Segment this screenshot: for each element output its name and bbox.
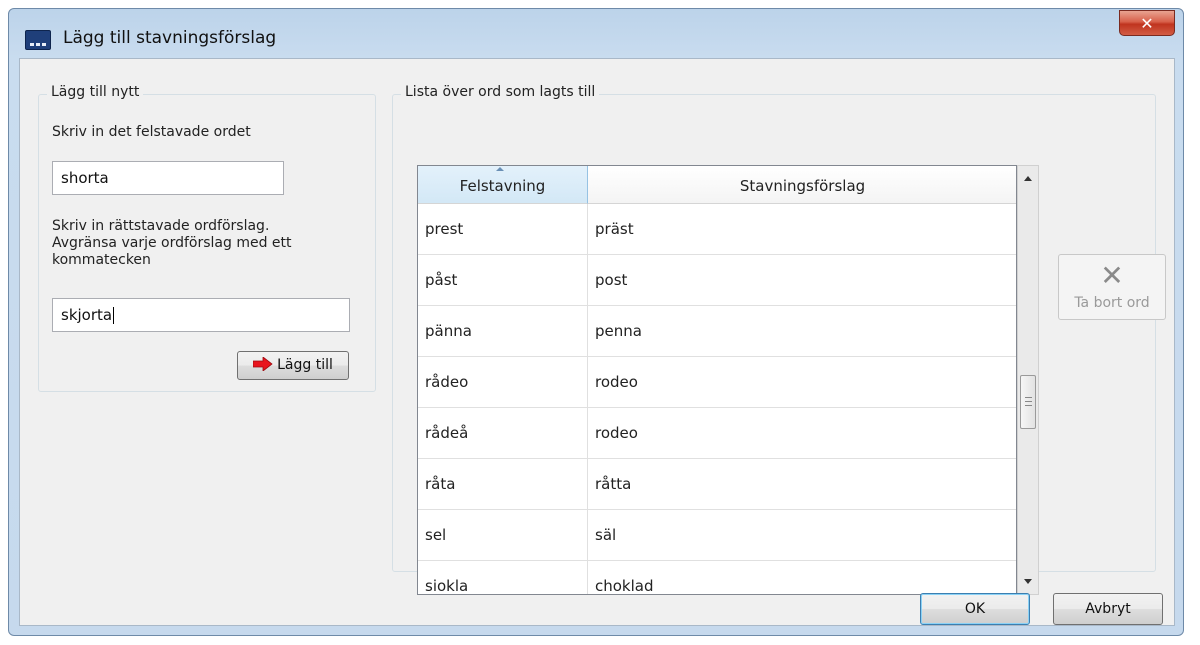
- column-header-misspelling[interactable]: Felstavning: [418, 166, 588, 204]
- cancel-button[interactable]: Avbryt: [1053, 593, 1163, 625]
- cell-suggestion: säl: [595, 526, 617, 544]
- suggestions-input[interactable]: skjorta: [52, 298, 350, 332]
- cell-misspelling: rådeå: [418, 408, 588, 458]
- cell-suggestion: råtta: [595, 475, 632, 493]
- word-list-group: Lista över ord som lagts till Felstavnin…: [392, 84, 1156, 595]
- close-button[interactable]: ✕: [1119, 10, 1175, 36]
- add-button-label: Lägg till: [277, 357, 333, 373]
- cell-suggestion: rodeo: [595, 424, 638, 442]
- cell-misspelling: påst: [418, 255, 588, 305]
- remove-word-button[interactable]: ✕ Ta bort ord: [1058, 254, 1166, 320]
- add-new-group: Lägg till nytt Skriv in det felstavade o…: [38, 84, 376, 392]
- suggestions-label-line2: Avgränsa varje ordförslag med ett: [52, 235, 292, 251]
- cell-misspelling: sel: [418, 510, 588, 560]
- scroll-up-arrow-icon[interactable]: [1024, 176, 1032, 181]
- cell-suggestion: penna: [595, 322, 642, 340]
- cell-misspelling: prest: [418, 204, 588, 254]
- misspelled-word-value: shorta: [61, 169, 109, 187]
- x-icon: ✕: [1100, 259, 1124, 292]
- suggestions-label-line3: kommatecken: [52, 252, 151, 268]
- add-new-group-label: Lägg till nytt: [47, 84, 144, 100]
- table-row[interactable]: pänna penna: [418, 306, 1016, 357]
- cell-suggestion: choklad: [595, 577, 654, 595]
- vertical-scrollbar[interactable]: [1017, 165, 1039, 595]
- title-bar[interactable]: Lägg till stavningsförslag ✕: [9, 9, 1183, 57]
- close-icon: ✕: [1140, 14, 1154, 33]
- cell-misspelling: siokla: [418, 561, 588, 594]
- ok-button-label: OK: [964, 601, 986, 617]
- table-row[interactable]: siokla choklad: [418, 561, 1016, 595]
- cell-misspelling: råta: [418, 459, 588, 509]
- scroll-down-arrow-icon[interactable]: [1024, 579, 1032, 584]
- cell-misspelling: pänna: [418, 306, 588, 356]
- text-caret: [113, 307, 115, 324]
- remove-word-button-label: Ta bort ord: [1074, 295, 1150, 311]
- table-row[interactable]: prest präst: [418, 204, 1016, 255]
- cell-suggestion: rodeo: [595, 373, 638, 391]
- table-row[interactable]: påst post: [418, 255, 1016, 306]
- table-row[interactable]: rådeo rodeo: [418, 357, 1016, 408]
- word-list-grid[interactable]: Felstavning Stavningsförslag prest präst…: [417, 165, 1017, 595]
- word-list-group-label: Lista över ord som lagts till: [401, 84, 600, 100]
- dialog-client-area: Lägg till nytt Skriv in det felstavade o…: [19, 58, 1175, 626]
- window-title: Lägg till stavningsförslag: [63, 28, 277, 48]
- column-header-misspelling-label: Felstavning: [459, 177, 546, 195]
- table-row[interactable]: rådeå rodeo: [418, 408, 1016, 459]
- cell-suggestion: post: [595, 271, 628, 289]
- column-header-suggestion-label: Stavningsförslag: [739, 177, 866, 195]
- misspelled-word-label: Skriv in det felstavade ordet: [52, 124, 251, 140]
- misspelled-word-input[interactable]: shorta: [52, 161, 284, 195]
- table-row[interactable]: råta råtta: [418, 459, 1016, 510]
- red-arrow-right-icon: [252, 356, 273, 372]
- scrollbar-thumb[interactable]: [1020, 375, 1036, 429]
- suggestions-value: skjorta: [61, 306, 113, 324]
- cell-suggestion: präst: [595, 220, 634, 238]
- column-header-suggestion[interactable]: Stavningsförslag: [588, 166, 1016, 204]
- cancel-button-label: Avbryt: [1085, 601, 1131, 617]
- cell-misspelling: rådeo: [418, 357, 588, 407]
- ok-button[interactable]: OK: [920, 593, 1030, 625]
- sort-ascending-icon: [496, 167, 504, 171]
- add-button[interactable]: Lägg till: [237, 351, 349, 380]
- app-window-icon: [25, 30, 51, 50]
- suggestions-label-line1: Skriv in rättstavade ordförslag.: [52, 218, 270, 234]
- dialog-window: Lägg till stavningsförslag ✕ Lägg till n…: [8, 8, 1184, 636]
- table-row[interactable]: sel säl: [418, 510, 1016, 561]
